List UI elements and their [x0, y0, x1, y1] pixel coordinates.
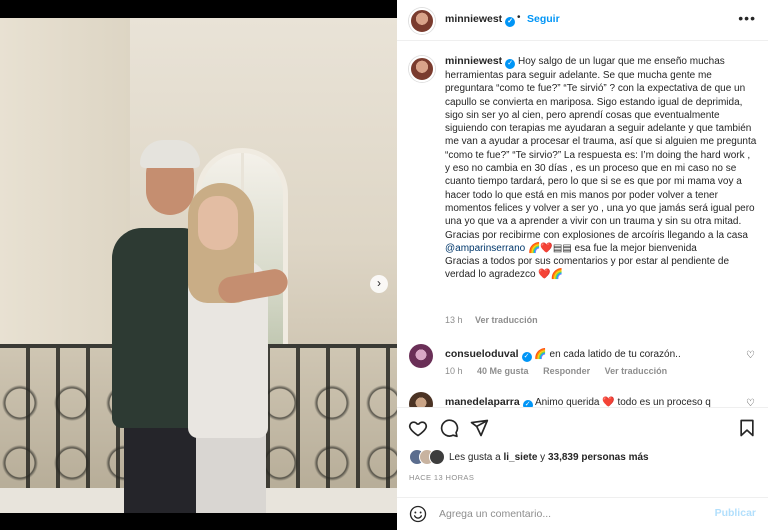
comment-meta: 10 h 40 Me gusta Responder Ver traducció… — [445, 366, 679, 376]
caption-author-username[interactable]: minniewest — [445, 55, 502, 67]
chevron-right-icon: › — [377, 276, 381, 290]
verified-badge-icon: ✓ — [522, 400, 533, 407]
caption-see-translation-link[interactable]: Ver traducción — [475, 315, 538, 325]
comment-like-heart-icon[interactable]: ♡ — [746, 398, 755, 407]
comment-text: 🌈 en cada latido de tu corazón.. — [534, 349, 681, 360]
more-horizontal-icon[interactable]: ••• — [738, 10, 756, 26]
post-actions — [397, 407, 768, 447]
author-username-text[interactable]: minniewest — [445, 13, 502, 25]
likes-user[interactable]: li_siete — [503, 452, 537, 463]
comment-avatar[interactable] — [409, 392, 433, 407]
post-side-panel: minniewest ✓ • Seguir ••• minniewest ✓ Hoy… — [397, 0, 768, 530]
caption-author-avatar[interactable] — [409, 56, 435, 82]
likes-count[interactable]: 33,839 personas más — [548, 452, 649, 463]
likes-prefix: Les gusta a — [449, 452, 504, 463]
post-timestamp[interactable]: HACE 13 HORAS — [409, 473, 474, 482]
like-heart-icon[interactable] — [408, 418, 428, 438]
post-caption: minniewest ✓ Hoy salgo de un lugar que me… — [445, 55, 757, 282]
comment-username[interactable]: manedelaparra — [445, 396, 520, 407]
author-avatar[interactable] — [409, 8, 435, 34]
photo-woman-face — [198, 196, 238, 250]
add-comment-input[interactable] — [439, 506, 699, 522]
comment-bubble-icon[interactable] — [439, 418, 459, 438]
share-send-icon[interactable] — [469, 418, 489, 438]
save-bookmark-icon[interactable] — [737, 418, 757, 438]
caption-mention-link[interactable]: @amparinserrano — [445, 243, 525, 254]
comment-like-heart-icon[interactable]: ♡ — [746, 350, 755, 361]
comment-likes-count[interactable]: 40 Me gusta — [477, 366, 529, 376]
comment-username[interactable]: consueloduval — [445, 348, 519, 360]
liker-avatar — [429, 449, 445, 465]
follow-button[interactable]: Seguir — [527, 13, 560, 25]
likes-summary[interactable]: Les gusta a li_siete y 33,839 personas m… — [409, 449, 759, 467]
publish-comment-button[interactable]: Publicar — [715, 507, 756, 519]
comment-avatar[interactable] — [409, 344, 433, 368]
likes-text[interactable]: Les gusta a li_siete y 33,839 personas m… — [449, 452, 649, 463]
caption-text-part1: Hoy salgo de un lugar que me enseño much… — [445, 56, 757, 241]
caption-text-part2: 🌈❤️▤▤ esa fue la mejor bienvenida — [525, 242, 697, 254]
comments-scroll-area[interactable]: minniewest ✓ Hoy salgo de un lugar que me… — [397, 42, 768, 407]
verified-badge-icon: ✓ — [505, 17, 516, 27]
photo-wall — [0, 18, 130, 378]
photo-man-cap — [140, 140, 200, 168]
comment-text: Animo querida ❤️ todo es un proceso q — [534, 397, 711, 407]
comment-see-translation-link[interactable]: Ver traducción — [605, 366, 668, 376]
photo-woman-legs — [196, 428, 266, 513]
author-username[interactable]: minniewest ✓ — [445, 13, 516, 27]
comment-time: 10 h — [445, 366, 463, 376]
next-slide-button[interactable]: › — [370, 275, 388, 293]
add-comment-bar: Publicar — [397, 497, 768, 530]
verified-badge-icon: ✓ — [521, 352, 532, 362]
post-header: minniewest ✓ • Seguir ••• — [397, 0, 768, 41]
verified-badge-icon: ✓ — [505, 59, 516, 69]
comment-body: manedelaparra ✓ Animo querida ❤️ todo es … — [445, 396, 745, 407]
comment-reply-link[interactable]: Responder — [543, 366, 590, 376]
header-separator: • — [517, 12, 521, 23]
emoji-smiley-icon[interactable] — [409, 505, 427, 523]
post-photo[interactable]: › — [0, 18, 397, 513]
comment-body: consueloduval ✓ 🌈 en cada latido de tu co… — [445, 348, 745, 362]
likes-mid: y — [537, 452, 548, 463]
caption-time: 13 h — [445, 315, 463, 325]
caption-text-part3: Gracias a todos por sus comentarios y po… — [445, 256, 730, 281]
caption-meta: 13 h Ver traducción — [445, 315, 548, 325]
instagram-post-view: › minniewest ✓ • Seguir ••• minniewest ✓ H… — [0, 0, 768, 530]
